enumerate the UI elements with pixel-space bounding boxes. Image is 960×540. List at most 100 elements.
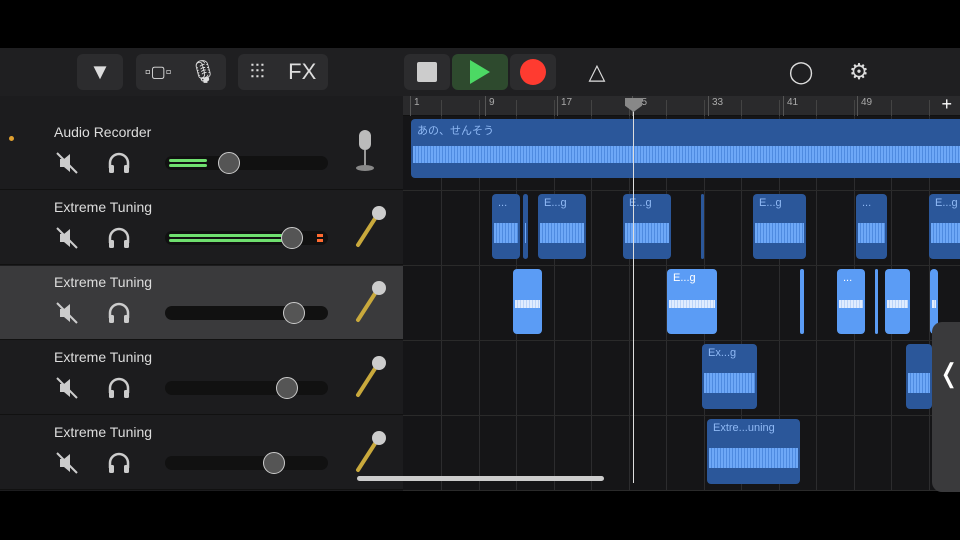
audio-region[interactable]: E...g [623,194,671,259]
handheld-microphone-icon [352,353,388,404]
region-label: ... [862,197,872,209]
bar-number: 17 [557,96,572,116]
track-header[interactable]: Extreme Tuning [0,341,403,415]
audio-region[interactable]: E...g [753,194,806,259]
audio-region[interactable]: Ex...g [702,344,757,409]
play-icon [470,60,490,84]
ruler-tick [666,100,670,116]
ruler-tick [591,100,595,116]
volume-knob[interactable] [276,377,299,399]
track-header[interactable]: Audio Recorder [0,116,403,190]
region-label: あの、せんそう [417,125,494,137]
side-panel-handle[interactable]: ❬ [932,322,960,492]
playhead[interactable] [633,98,634,483]
audio-region[interactable] [701,194,704,259]
audio-region[interactable] [513,269,542,334]
browser-dropdown-button[interactable]: ▼ [77,54,123,90]
waveform [709,448,798,468]
control-bar: ▼ ▫▢▫ 🎙︎ ⫶⫶⫶ FX △ ◯ ⚙ [0,48,960,96]
bar-number: 33 [708,96,723,116]
mute-icon[interactable] [54,225,80,251]
mixer-icon[interactable]: ⫶⫶⫶ [250,61,265,84]
handheld-microphone-icon [352,203,388,254]
track-name: Extreme Tuning [54,199,153,215]
ruler-tick [853,100,858,116]
audio-region[interactable] [875,269,878,334]
volume-knob[interactable] [217,152,240,174]
headphones-icon[interactable] [106,225,132,251]
waveform [413,145,960,164]
region-label: E...g [759,197,782,209]
volume-slider[interactable] [165,302,328,324]
ruler-tick [703,100,708,116]
view-toggle-group: ▫▢▫ 🎙︎ [136,54,226,90]
audio-region[interactable]: ... [492,194,520,259]
record-button[interactable] [510,54,556,90]
volume-knob[interactable] [282,302,305,324]
region-label: E...g [673,272,696,284]
mute-icon[interactable] [54,375,80,401]
ruler-tick [553,100,558,116]
horizontal-scrollbar[interactable] [357,476,604,481]
audio-region[interactable] [523,194,528,259]
timeline-ruler[interactable]: + 191725334149 [403,94,960,116]
volume-slider[interactable] [165,152,328,174]
waveform [704,373,755,393]
bar-number: 1 [410,96,420,116]
mute-icon[interactable] [54,450,80,476]
ruler-tick [928,100,933,116]
add-section-button[interactable]: + [941,94,952,115]
microphone-icon[interactable]: 🎙︎ [189,59,217,85]
loop-browser-button[interactable]: ◯ [778,54,824,90]
track-lane: あの、せんそう [403,116,960,191]
volume-slider[interactable] [165,452,328,474]
stop-button[interactable] [404,54,450,90]
track-header[interactable]: Extreme Tuning [0,266,403,340]
record-enable-dot [9,136,14,141]
track-lanes: あの、せんそう... E...g E...g E...g... E...g E...g..… [403,116,960,491]
mute-icon[interactable] [54,150,80,176]
audio-region[interactable]: E...g [538,194,586,259]
waveform [625,223,669,243]
ruler-tick [441,100,445,116]
volume-knob[interactable] [263,452,286,474]
audio-region[interactable]: ... [856,194,887,259]
audio-region[interactable]: Extre...uning [707,419,800,484]
headphones-icon[interactable] [106,150,132,176]
audio-region[interactable]: E...g [929,194,960,259]
volume-slider[interactable] [165,227,328,249]
audio-region[interactable]: あの、せんそう [411,119,960,178]
region-label: Extre...uning [713,422,775,434]
waveform [540,223,584,243]
mute-icon[interactable] [54,300,80,326]
record-icon [520,59,546,85]
track-header[interactable]: Extreme Tuning [0,416,403,490]
track-name: Extreme Tuning [54,349,153,365]
ruler-tick [816,100,820,116]
metronome-button[interactable]: △ [574,54,620,90]
waveform [931,223,960,243]
fx-button[interactable]: FX [288,59,316,85]
audio-region[interactable] [906,344,932,409]
track-headers: Audio Recorder Extreme Tuning Extreme Tu… [0,116,403,491]
audio-region[interactable] [800,269,804,334]
audio-region[interactable]: E...g [667,269,717,334]
track-name: Extreme Tuning [54,274,153,290]
headphones-icon[interactable] [106,300,132,326]
headphones-icon[interactable] [106,450,132,476]
audio-region[interactable]: ... [837,269,865,334]
waveform [525,223,526,243]
play-button[interactable] [452,54,508,90]
waveform [515,300,540,308]
volume-slider[interactable] [165,377,328,399]
settings-button[interactable]: ⚙ [836,54,882,90]
track-header[interactable]: Extreme Tuning [0,191,403,265]
tracks-view-icon[interactable]: ▫▢▫ [145,62,171,82]
ruler-tick [891,100,895,116]
audio-region[interactable] [885,269,910,334]
track-lane: Ex...g [403,341,960,416]
region-label: ... [843,272,853,284]
headphones-icon[interactable] [106,375,132,401]
volume-knob[interactable] [281,227,304,249]
waveform [494,223,518,243]
